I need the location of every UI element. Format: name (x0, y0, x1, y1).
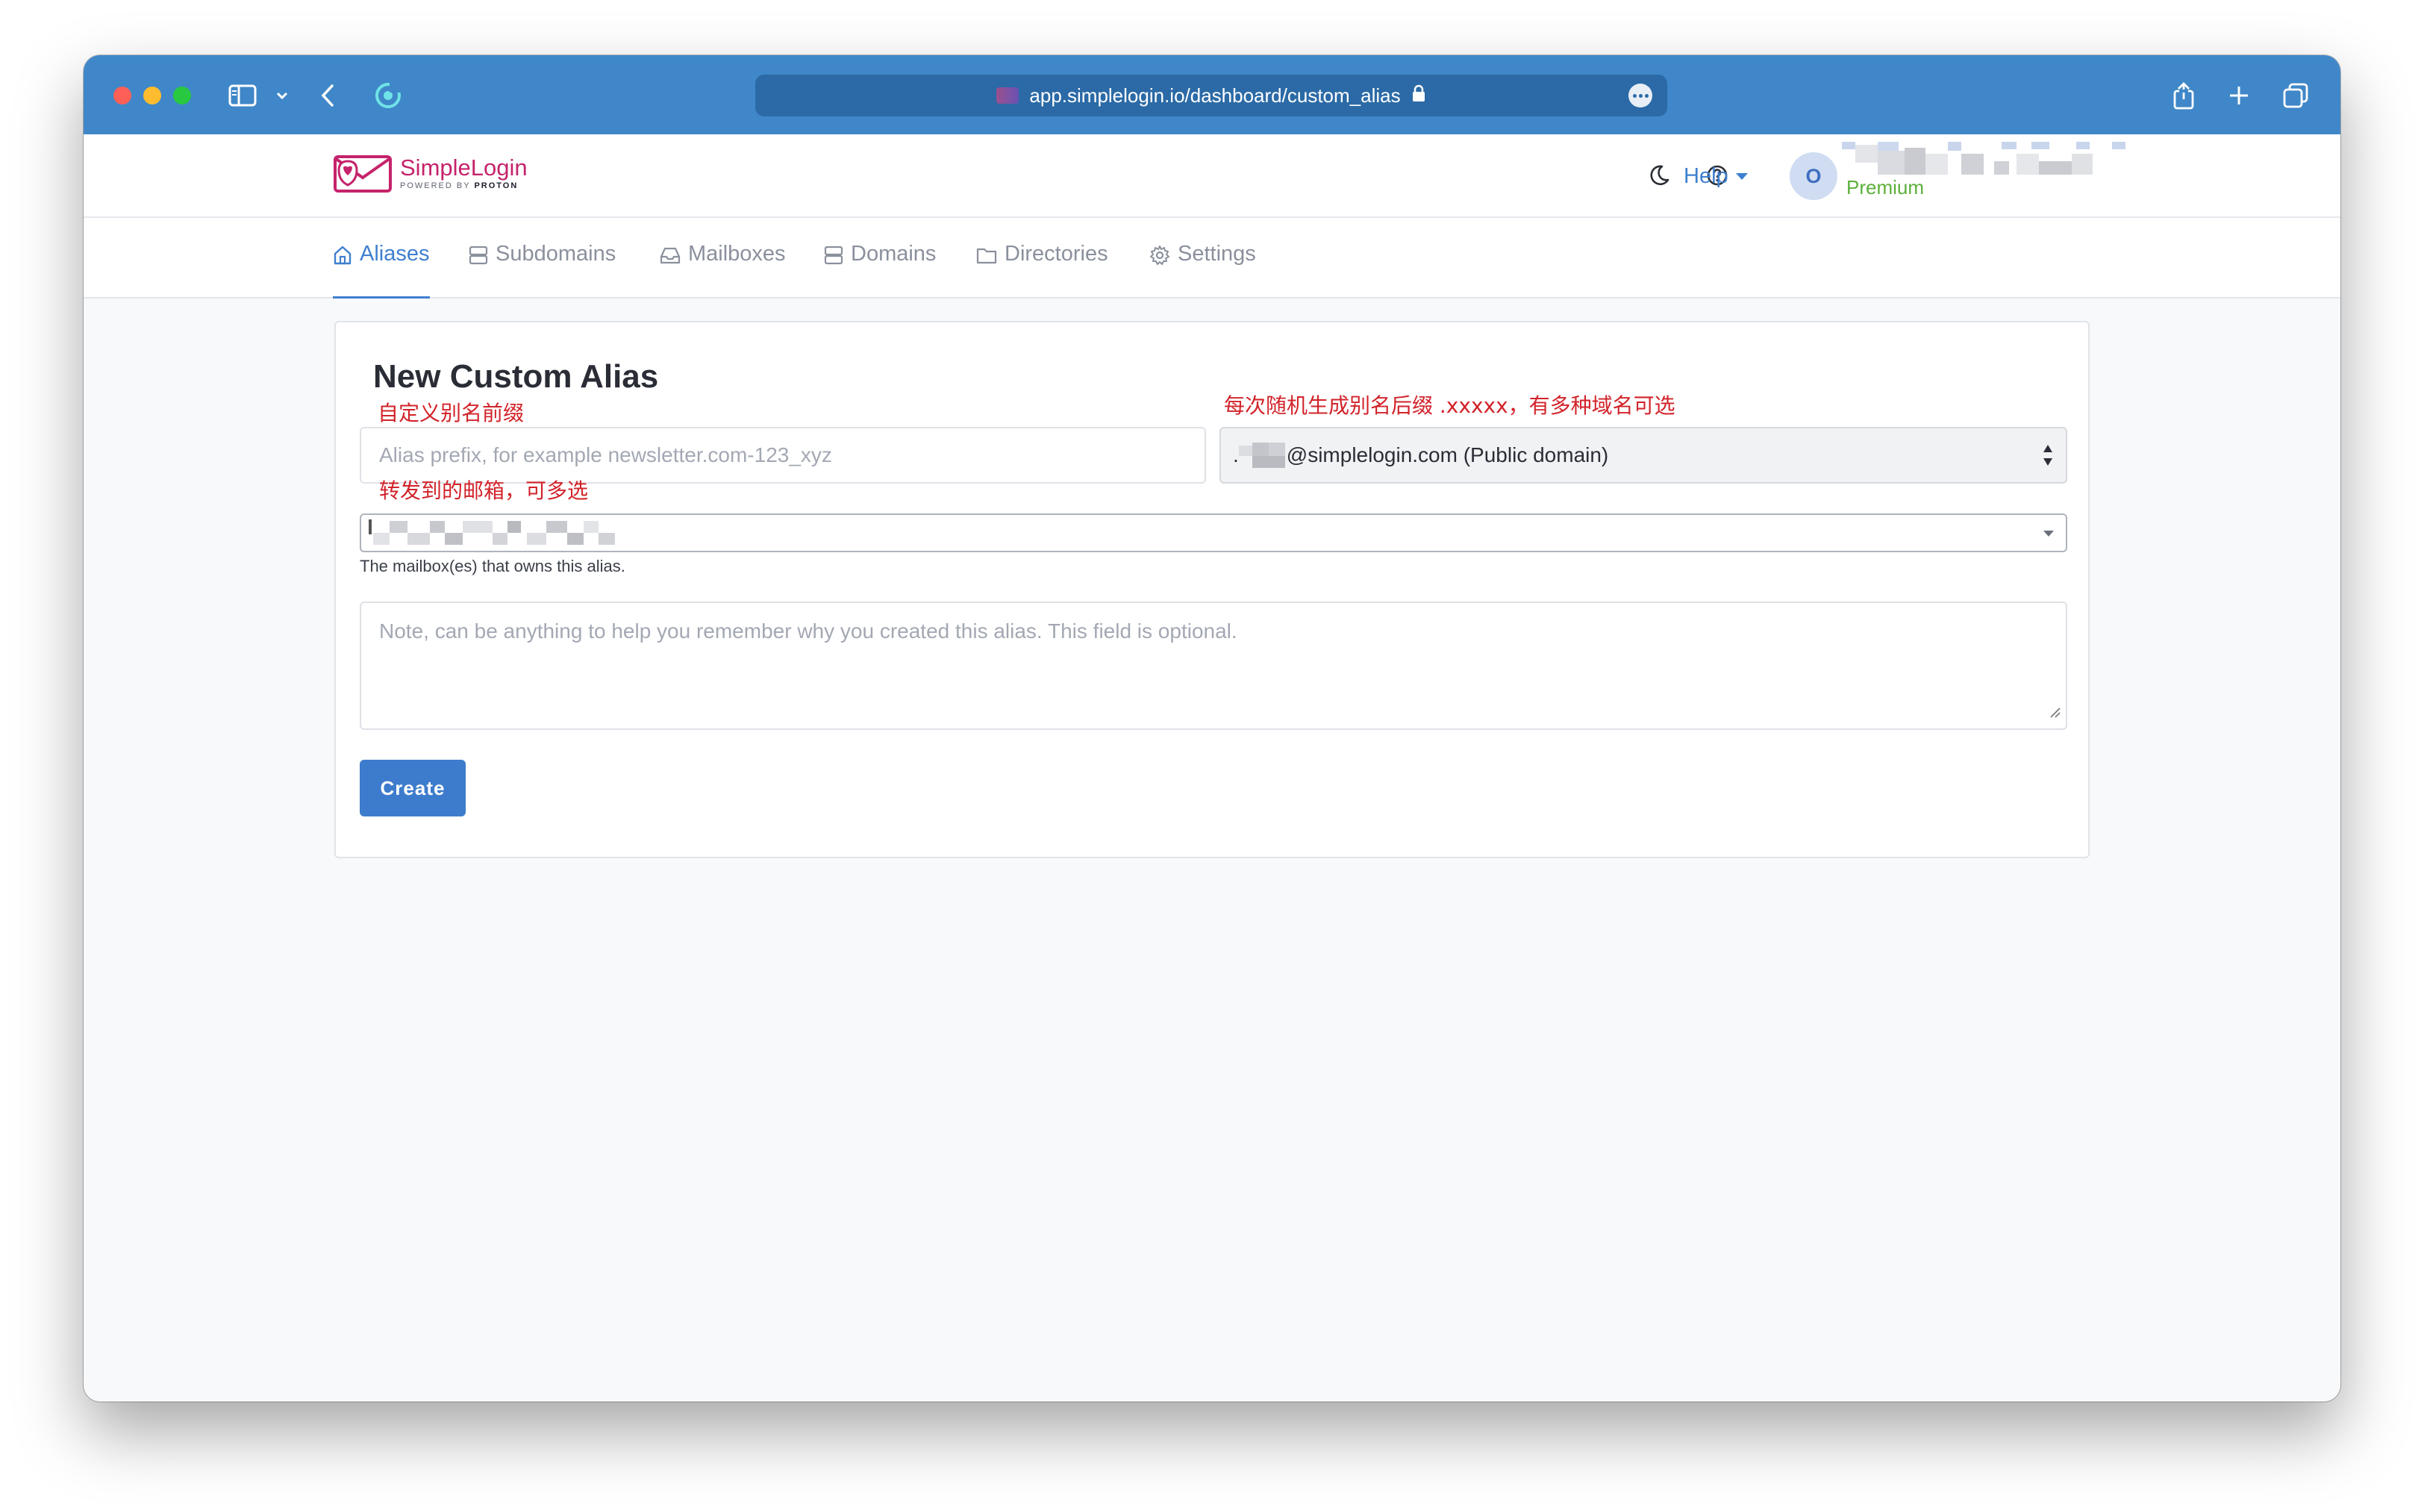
tab-settings[interactable]: Settings (1149, 242, 1256, 299)
avatar[interactable]: O (1790, 152, 1837, 200)
tab-subdomains-label: Subdomains (496, 242, 616, 266)
tab-overview-icon[interactable] (2281, 76, 2311, 115)
note-textarea[interactable]: Note, can be anything to help you rememb… (360, 602, 2067, 730)
server-icon (824, 246, 843, 265)
help-label: Help (1684, 164, 1728, 188)
tab-mailboxes[interactable]: Mailboxes (660, 242, 786, 299)
server-icon (469, 246, 488, 265)
help-dropdown[interactable]: Help (1684, 164, 1748, 189)
suffix-annotation: 每次随机生成别名后缀 .xxxxx，有多种域名可选 (1224, 393, 1675, 418)
suffix-prefix-char: . (1233, 443, 1239, 466)
mailbox-multiselect[interactable] (360, 513, 2067, 552)
simplelogin-logo[interactable]: SimpleLogin POWERED BY PROTON (333, 151, 528, 196)
chevron-down-icon[interactable] (275, 76, 290, 115)
tab-directories[interactable]: Directories (976, 242, 1108, 299)
folder-icon (976, 248, 997, 264)
tab-domains[interactable]: Domains (824, 242, 936, 299)
logo-tagline: POWERED BY PROTON (400, 181, 519, 190)
tab-mailboxes-label: Mailboxes (688, 242, 786, 266)
tab-settings-label: Settings (1178, 242, 1256, 266)
alias-suffix-select[interactable]: . @simplelogin.com (Public domain) (1219, 427, 2067, 484)
share-icon[interactable] (2170, 76, 2197, 115)
prefix-annotation: 自定义别名前缀 (378, 401, 525, 425)
browser-toolbar: app.simplelogin.io/dashboard/custom_alia… (84, 55, 2340, 134)
new-tab-icon[interactable] (2225, 76, 2252, 115)
more-options-icon[interactable] (1628, 84, 1652, 107)
redacted-user-email (1842, 142, 2125, 176)
tab-aliases-label: Aliases (360, 242, 430, 266)
alias-prefix-placeholder: Alias prefix, for example newsletter.com… (379, 443, 832, 466)
tab-directories-label: Directories (1005, 242, 1108, 266)
sidebar-toggle-icon[interactable] (225, 76, 260, 115)
caret-down-icon (2042, 528, 2055, 542)
redacted-suffix (1238, 443, 1285, 468)
tab-aliases[interactable]: Aliases (333, 242, 430, 299)
url-text: app.simplelogin.io/dashboard/custom_alia… (1029, 84, 1401, 107)
alias-suffix-value: @simplelogin.com (Public domain) (1286, 443, 1609, 466)
app-header: SimpleLogin POWERED BY PROTON Help O Pre… (84, 134, 2340, 218)
tab-domains-label: Domains (851, 242, 937, 266)
mailbox-help-text: The mailbox(es) that owns this alias. (360, 557, 625, 575)
close-window-button[interactable] (113, 87, 131, 104)
redacted-mailbox-email (369, 518, 615, 548)
dark-mode-moon-icon[interactable] (1648, 164, 1670, 190)
minimize-window-button[interactable] (143, 87, 161, 104)
main-nav: Aliases Subdomains Mailboxes Domains Dir… (84, 218, 2340, 299)
logo-name: SimpleLogin (400, 154, 528, 181)
site-favicon-icon (996, 87, 1019, 104)
back-icon[interactable] (316, 76, 339, 115)
maximize-window-button[interactable] (173, 87, 191, 104)
create-button[interactable]: Create (360, 760, 466, 816)
privacy-extension-icon[interactable] (372, 76, 404, 115)
custom-alias-card: New Custom Alias 自定义别名前缀 每次随机生成别名后缀 .xxx… (334, 321, 2090, 858)
inbox-icon (660, 247, 681, 264)
gear-icon (1150, 246, 1169, 265)
tab-subdomains[interactable]: Subdomains (469, 242, 616, 299)
resize-handle-icon[interactable] (2049, 700, 2061, 724)
address-bar[interactable]: app.simplelogin.io/dashboard/custom_alia… (755, 75, 1667, 116)
lock-icon (1411, 84, 1426, 107)
mailbox-annotation: 转发到的邮箱，可多选 (379, 478, 589, 503)
note-placeholder: Note, can be anything to help you rememb… (379, 619, 1237, 643)
caret-down-icon (1735, 173, 1748, 180)
plan-badge: Premium (1846, 176, 1925, 199)
page-title: New Custom Alias (373, 358, 659, 395)
browser-window: app.simplelogin.io/dashboard/custom_alia… (84, 55, 2340, 1402)
select-arrows-icon (2042, 442, 2054, 474)
envelope-logo-icon (334, 155, 392, 193)
home-icon (334, 246, 352, 265)
